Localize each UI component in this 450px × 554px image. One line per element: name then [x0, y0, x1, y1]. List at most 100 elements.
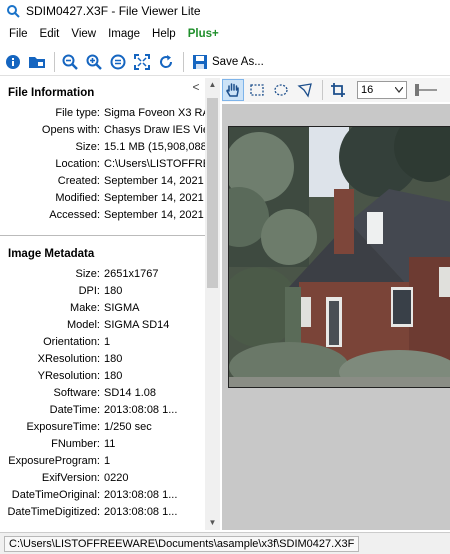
zoom-in-icon: [86, 54, 102, 70]
row-value: Sigma Foveon X3 RAW...: [104, 107, 205, 119]
save-as-button[interactable]: Save As...: [188, 51, 268, 73]
scroll-thumb[interactable]: [207, 98, 218, 288]
actual-size-button[interactable]: [107, 51, 129, 73]
row-value: 11: [104, 438, 116, 450]
menu-help[interactable]: Help: [146, 24, 182, 44]
toolbar-separator: [54, 51, 55, 72]
image-canvas[interactable]: [222, 104, 450, 530]
zoom-out-button[interactable]: [59, 51, 81, 73]
row-value: 2013:08:08 1...: [104, 404, 178, 416]
metadata-row: Orientation: 1: [0, 336, 205, 353]
zoom-in-button[interactable]: [83, 51, 105, 73]
row-label: Accessed:: [49, 209, 100, 221]
row-label: XResolution:: [37, 353, 100, 365]
row-value: 2013:08:08 1...: [104, 506, 178, 518]
menu-bar: File Edit View Image Help Plus+: [0, 24, 450, 44]
viewer-toolbar: 16: [222, 78, 450, 102]
ellipse-select-button[interactable]: [270, 79, 292, 101]
rectangle-select-icon: [250, 84, 264, 96]
row-value: Chasys Draw IES Viewer: [104, 124, 205, 136]
lasso-icon: [297, 83, 312, 98]
scroll-up-icon[interactable]: ▲: [205, 78, 220, 92]
row-value: SIGMA SD14: [104, 319, 170, 331]
menu-plus[interactable]: Plus+: [182, 24, 225, 44]
menu-file[interactable]: File: [3, 24, 34, 44]
row-value: September 14, 2021 1...: [104, 192, 205, 204]
row-label: Orientation:: [43, 336, 100, 348]
pan-tool-button[interactable]: [222, 79, 244, 101]
collapse-panel-button[interactable]: <: [190, 80, 202, 94]
actual-size-icon: [110, 54, 126, 69]
rotate-button[interactable]: [155, 51, 177, 73]
file-info-heading: File Information: [8, 87, 95, 99]
fit-screen-icon: [134, 53, 150, 70]
open-folder-button[interactable]: [26, 51, 48, 73]
row-value: 180: [104, 370, 123, 382]
toolbar-separator: [322, 80, 323, 100]
info-panel: File Information File type: Sigma Foveon …: [0, 78, 220, 530]
metadata-row: Software: SD14 1.08: [0, 387, 205, 404]
row-label: Opens with:: [41, 124, 100, 136]
rect-select-button[interactable]: [246, 79, 268, 101]
row-value: C:\Users\LISTOFFREE...: [104, 158, 205, 170]
row-value: 1: [104, 455, 111, 467]
zoom-slider[interactable]: [415, 84, 437, 96]
metadata-row: Created: September 14, 2021 1...: [0, 175, 205, 192]
metadata-row: ExposureProgram: 1: [0, 455, 205, 472]
zoom-level-value: 16: [361, 84, 374, 96]
metadata-row: DateTimeDigitized: 2013:08:08 1...: [0, 506, 205, 523]
folder-icon: [29, 56, 45, 68]
hand-icon: [226, 83, 239, 97]
row-label: DPI:: [78, 285, 100, 297]
row-value: 2651x1767: [104, 268, 159, 280]
status-file-path: C:\Users\LISTOFFREEWARE\Documents\asampl…: [4, 535, 360, 552]
status-bar: C:\Users\LISTOFFREEWARE\Documents\asampl…: [0, 532, 450, 554]
metadata-row: ExifVersion: 0220: [0, 472, 205, 489]
row-label: Modified:: [55, 192, 100, 204]
row-label: Size:: [75, 268, 100, 280]
zoom-out-icon: [62, 54, 78, 70]
row-value: 180: [104, 285, 123, 297]
row-label: Software:: [53, 387, 100, 399]
zoom-slider-knob[interactable]: [415, 84, 419, 96]
row-value: 0220: [104, 472, 129, 484]
house-photo: [228, 126, 450, 388]
info-button[interactable]: [2, 51, 24, 73]
lasso-select-button[interactable]: [294, 79, 316, 101]
main-toolbar: Save As...: [0, 48, 450, 76]
fit-screen-button[interactable]: [131, 51, 153, 73]
row-label: ExposureTime:: [26, 421, 100, 433]
row-value: SD14 1.08: [104, 387, 156, 399]
crop-button[interactable]: [327, 79, 349, 101]
metadata-row: Location: C:\Users\LISTOFFREE...: [0, 158, 205, 175]
row-label: Make:: [70, 302, 100, 314]
menu-image[interactable]: Image: [102, 24, 146, 44]
row-label: DateTime:: [49, 404, 100, 416]
window-title: SDIM0427.X3F - File Viewer Lite: [26, 4, 201, 18]
menu-view[interactable]: View: [65, 24, 102, 44]
row-label: DateTimeOriginal:: [11, 489, 100, 501]
app-search-icon: [7, 5, 20, 18]
row-label: ExifVersion:: [41, 472, 100, 484]
row-label: File type:: [55, 107, 100, 119]
panel-scrollbar[interactable]: ▲ ▼: [205, 78, 220, 530]
metadata-row: DPI: 180: [0, 285, 205, 302]
zoom-level-select[interactable]: 16: [357, 81, 407, 99]
metadata-row: FNumber: 11: [0, 438, 205, 455]
metadata-row: Size: 2651x1767: [0, 268, 205, 285]
metadata-row: Make: SIGMA: [0, 302, 205, 319]
metadata-row: YResolution: 180: [0, 370, 205, 387]
row-value: September 14, 2021 5...: [104, 209, 205, 221]
toolbar-separator: [183, 51, 184, 72]
metadata-row: DateTimeOriginal: 2013:08:08 1...: [0, 489, 205, 506]
metadata-heading: Image Metadata: [8, 248, 95, 260]
metadata-row: File type: Sigma Foveon X3 RAW...: [0, 107, 205, 124]
row-value: 1: [104, 336, 111, 348]
row-label: DateTimeDigitized:: [7, 506, 100, 518]
row-label: Size:: [75, 141, 100, 153]
metadata-row: Size: 15.1 MB (15,908,088 ...: [0, 141, 205, 158]
scroll-down-icon[interactable]: ▼: [205, 516, 220, 530]
menu-edit[interactable]: Edit: [34, 24, 66, 44]
rotate-icon: [160, 54, 173, 68]
row-label: ExposureProgram:: [8, 455, 100, 467]
